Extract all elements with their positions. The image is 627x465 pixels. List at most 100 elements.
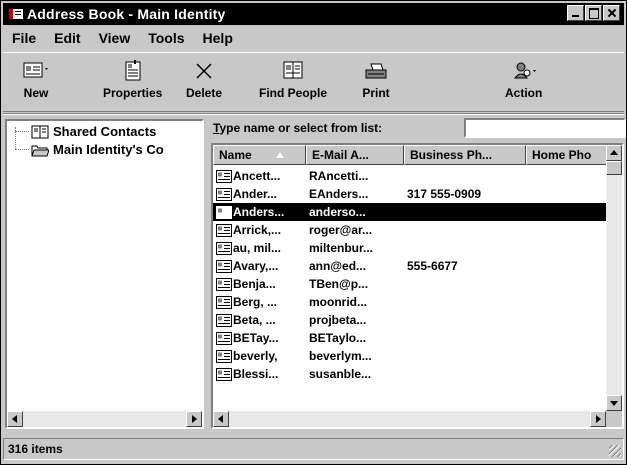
search-label-text: ype name or select from list: <box>219 121 383 135</box>
cell-name: Berg, ... <box>213 295 306 309</box>
contact-card-icon <box>216 169 232 183</box>
action-label: Action <box>505 86 543 100</box>
address-book-window: Address Book - Main Identity File Edit V… <box>0 0 627 465</box>
scroll-up-button[interactable] <box>606 145 622 161</box>
menu-view[interactable]: View <box>90 30 140 46</box>
title-bar[interactable]: Address Book - Main Identity <box>3 3 624 25</box>
item-count: 316 items <box>8 442 63 456</box>
properties-label: Properties <box>103 86 163 100</box>
table-row[interactable]: Anders... anderso... <box>213 203 606 221</box>
find-people-button[interactable]: Find People <box>259 57 327 109</box>
print-button[interactable]: Print <box>361 57 391 109</box>
table-row[interactable]: Benja... TBen@p... <box>213 275 606 293</box>
delete-button[interactable]: Delete <box>186 57 222 109</box>
menu-edit[interactable]: Edit <box>45 30 89 46</box>
column-header-business-phone-label: Business Ph... <box>410 148 493 162</box>
contact-email: anderso... <box>309 205 366 219</box>
close-button[interactable] <box>603 5 620 21</box>
contact-card-icon <box>216 331 232 345</box>
column-header-name[interactable]: Name <box>213 145 306 165</box>
resize-grip-icon[interactable] <box>609 445 621 457</box>
contact-name: Beta, ... <box>233 313 276 327</box>
contact-name: Arrick,... <box>233 223 282 237</box>
contact-name: Anders... <box>233 205 285 219</box>
find-people-icon <box>283 61 303 79</box>
toolbar-separator <box>3 113 624 115</box>
column-header-email[interactable]: E-Mail A... <box>306 145 404 165</box>
properties-button[interactable]: Properties <box>103 57 162 109</box>
table-row[interactable]: au, mil... miltenbur... <box>213 239 606 257</box>
table-row[interactable]: Blessi... susanble... <box>213 365 606 383</box>
maximize-button[interactable] <box>585 5 602 21</box>
column-header-home-phone-label: Home Pho <box>532 148 592 162</box>
cell-name: Benja... <box>213 277 306 291</box>
column-header-name-label: Name <box>219 148 252 162</box>
open-folder-icon <box>31 145 49 156</box>
new-label: New <box>23 86 49 100</box>
properties-icon <box>125 60 141 81</box>
delete-icon <box>196 63 212 79</box>
contact-card-icon <box>216 223 232 237</box>
scroll-down-button[interactable] <box>606 395 622 411</box>
table-row[interactable]: Arrick,... roger@ar... <box>213 221 606 239</box>
print-label: Print <box>362 86 390 100</box>
scroll-track[interactable] <box>23 411 186 427</box>
search-label: Type name or select from list: <box>213 121 382 135</box>
folder-horizontal-scrollbar[interactable] <box>7 411 202 427</box>
menu-help[interactable]: Help <box>194 30 242 46</box>
minimize-button[interactable] <box>567 5 584 21</box>
status-bar: 316 items <box>3 438 624 460</box>
table-row[interactable]: Ander... EAnders... 317 555-0909 <box>213 185 606 203</box>
scroll-right-button[interactable] <box>590 411 606 427</box>
scroll-left-button[interactable] <box>213 411 229 427</box>
printer-icon <box>365 63 387 79</box>
contact-card-icon <box>216 295 232 309</box>
table-row[interactable]: Beta, ... projbeta... <box>213 311 606 329</box>
new-button[interactable]: New <box>21 57 51 109</box>
scroll-left-button[interactable] <box>7 411 23 427</box>
menu-tools[interactable]: Tools <box>139 30 193 46</box>
cell-name: au, mil... <box>213 241 306 255</box>
contact-email: ann@ed... <box>309 259 367 273</box>
contact-name: Avary,... <box>233 259 279 273</box>
scroll-track[interactable] <box>606 161 622 395</box>
table-row[interactable]: Berg, ... moonrid... <box>213 293 606 311</box>
table-row[interactable]: BETay... BETaylo... <box>213 329 606 347</box>
sort-ascending-icon <box>276 152 284 158</box>
column-header-email-label: E-Mail A... <box>312 148 369 162</box>
table-row[interactable]: beverly, beverlym... <box>213 347 606 365</box>
scroll-corner <box>606 411 622 427</box>
list-vertical-scrollbar[interactable] <box>606 145 622 411</box>
contact-email: moonrid... <box>309 295 367 309</box>
column-header-business-phone[interactable]: Business Ph... <box>404 145 526 165</box>
contact-card-icon <box>216 367 232 381</box>
list-horizontal-scrollbar[interactable] <box>213 411 606 427</box>
new-contact-icon <box>23 62 48 78</box>
search-input[interactable] <box>464 118 626 138</box>
contact-name: beverly, <box>233 349 278 363</box>
menu-file[interactable]: File <box>3 30 45 46</box>
folder-shared-contacts-label: Shared Contacts <box>53 124 157 139</box>
table-row[interactable]: Ancett... RAncetti... <box>213 167 606 185</box>
column-header-home-phone[interactable]: Home Pho <box>526 145 610 165</box>
cell-name: Ander... <box>213 187 306 201</box>
cell-name: Beta, ... <box>213 313 306 327</box>
scroll-track[interactable] <box>229 411 590 427</box>
contact-business-phone: 555-6677 <box>407 259 458 273</box>
action-button[interactable]: Action <box>505 57 542 109</box>
contact-list[interactable]: Name E-Mail A... Business Ph... Home Pho… <box>211 143 624 429</box>
folder-shared-contacts[interactable]: Shared Contacts <box>31 124 156 139</box>
cell-name: Arrick,... <box>213 223 306 237</box>
contact-card-icon <box>216 277 232 291</box>
contact-email: susanble... <box>309 367 372 381</box>
contact-name: BETay... <box>233 331 279 345</box>
table-row[interactable]: Avary,... ann@ed... 555-6677 <box>213 257 606 275</box>
scroll-right-button[interactable] <box>186 411 202 427</box>
folder-tree-pane[interactable]: Shared Contacts Main Identity's Co <box>5 119 204 429</box>
scroll-thumb[interactable] <box>606 161 622 175</box>
contact-email: miltenbur... <box>309 241 374 255</box>
contact-card-icon <box>216 187 232 201</box>
folder-main-identity[interactable]: Main Identity's Co <box>31 142 164 157</box>
contact-name: Ander... <box>233 187 278 201</box>
menu-bar: File Edit View Tools Help <box>3 27 242 49</box>
